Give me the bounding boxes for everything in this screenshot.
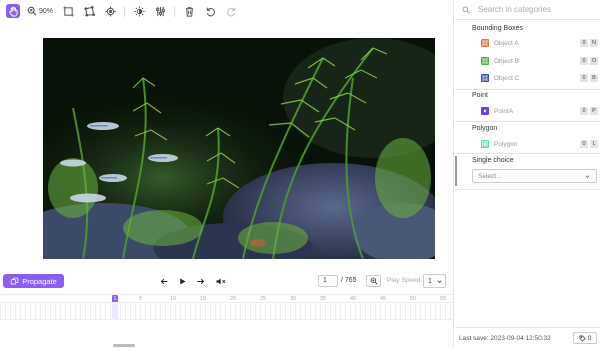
- timeline-tick: 10: [170, 296, 177, 302]
- category-hotkey: L: [590, 140, 598, 148]
- category-label: Object A: [494, 39, 519, 47]
- play-icon[interactable]: [177, 276, 187, 286]
- category-polygon[interactable]: Polygon 0 L: [481, 139, 598, 149]
- pan-icon[interactable]: [6, 4, 20, 18]
- category-hotkey: P: [590, 107, 598, 115]
- current-frame-highlight: [112, 304, 118, 320]
- group-title-polygon: Polygon: [472, 125, 498, 132]
- category-hotkey: O: [590, 57, 598, 65]
- category-label: Polygon: [494, 140, 518, 148]
- redo-icon[interactable]: [224, 4, 238, 18]
- play-speed-label: Play Speed: [387, 277, 421, 284]
- point-tool-icon[interactable]: [103, 4, 117, 18]
- zoom-in-icon: [370, 277, 378, 285]
- bbox-icon: [481, 39, 489, 47]
- category-count: 0: [580, 39, 588, 47]
- frame-total: / 765: [341, 277, 357, 284]
- timeline-tick: 5: [139, 296, 143, 302]
- category-point-a[interactable]: PointA 0 P: [481, 106, 598, 116]
- category-count: 0: [580, 140, 588, 148]
- annotation-workspace: 90% Propagate 1 / 765 Play Speed 1 5 10 …: [0, 0, 454, 348]
- timeline-tick: 30: [290, 296, 297, 302]
- propagate-label: Propagate: [22, 276, 57, 286]
- category-label: Object B: [494, 57, 519, 65]
- group-divider: [455, 189, 600, 190]
- group-title-single-choice: Single choice: [472, 157, 514, 164]
- timeline-tick: 20: [230, 296, 237, 302]
- tag-icon: [579, 335, 586, 342]
- timeline-tick: 45: [380, 296, 387, 302]
- timeline-tick: 15: [200, 296, 207, 302]
- chevron-down-icon: [437, 279, 442, 283]
- category-hotkey: B: [590, 74, 598, 82]
- category-object-a[interactable]: Object A 0 N: [481, 38, 598, 48]
- play-speed-value: 1: [428, 277, 432, 285]
- category-object-c[interactable]: Object C 0 B: [481, 73, 598, 83]
- brightness-icon[interactable]: [132, 4, 146, 18]
- crop-icon[interactable]: [61, 4, 75, 18]
- search-input[interactable]: [478, 5, 588, 14]
- category-label: PointA: [494, 107, 514, 115]
- category-search: [455, 0, 600, 20]
- bbox-icon: [481, 74, 489, 82]
- zoom-level: 90%: [39, 7, 54, 15]
- polygon-tool-icon[interactable]: [82, 4, 96, 18]
- toolbar: 90%: [0, 0, 454, 22]
- toolbar-divider: [124, 5, 126, 17]
- category-count: 0: [580, 57, 588, 65]
- last-save-status: Last save: 2023-09-04 12:50:32: [459, 335, 551, 342]
- zoom-icon: [27, 6, 37, 16]
- search-icon: [462, 6, 470, 14]
- zoom-control[interactable]: 90%: [27, 6, 53, 16]
- timeline-tick: 25: [260, 296, 267, 302]
- timeline-tick: 35: [320, 296, 327, 302]
- go-to-frame-button[interactable]: [366, 275, 381, 287]
- timeline-scrollbar[interactable]: [113, 344, 135, 347]
- trash-icon[interactable]: [182, 4, 196, 18]
- group-title-point: Point: [472, 92, 488, 99]
- group-title-bounding-boxes: Bounding Boxes: [472, 25, 523, 32]
- video-frame-canvas[interactable]: [43, 38, 435, 259]
- group-divider: [455, 121, 600, 122]
- chevron-down-icon: [585, 174, 590, 178]
- bbox-icon: [481, 57, 489, 65]
- playback-controls: Propagate 1 / 765 Play Speed 1: [0, 271, 454, 291]
- categories-panel: Bounding Boxes Object A 0 N Object B 0 O…: [455, 0, 600, 348]
- point-icon: [481, 107, 489, 115]
- toolbar-divider: [174, 5, 176, 17]
- propagate-button[interactable]: Propagate: [3, 274, 64, 288]
- tag-count: 0: [587, 334, 592, 342]
- timeline-tick: 40: [350, 296, 357, 302]
- frame-number-input[interactable]: 1: [318, 275, 338, 287]
- category-count: 0: [580, 107, 588, 115]
- select-placeholder: Select...: [478, 172, 502, 180]
- category-object-b[interactable]: Object B 0 O: [481, 56, 598, 66]
- timeline-tick: 50: [410, 296, 417, 302]
- sliders-icon[interactable]: [153, 4, 167, 18]
- timeline[interactable]: 5 10 15 20 25 30 35 40 45 50 55 1: [0, 294, 454, 320]
- copy-icon: [10, 277, 19, 285]
- category-hotkey: N: [590, 39, 598, 47]
- single-choice-select[interactable]: Select...: [472, 169, 597, 183]
- previous-frame-icon[interactable]: [159, 276, 169, 286]
- active-group-indicator: [455, 156, 457, 186]
- group-divider: [455, 89, 600, 90]
- mute-icon[interactable]: [214, 276, 228, 286]
- category-count: 0: [580, 74, 588, 82]
- timeline-ruler: 5 10 15 20 25 30 35 40 45 50 55: [0, 294, 454, 303]
- category-label: Object C: [494, 74, 520, 82]
- panel-footer: Last save: 2023-09-04 12:50:32 0: [455, 327, 600, 348]
- polygon-icon: [481, 140, 489, 148]
- tags-button[interactable]: 0: [573, 332, 597, 344]
- aquarium-frame-image: [43, 38, 435, 259]
- undo-icon[interactable]: [203, 4, 217, 18]
- timeline-track[interactable]: [0, 304, 454, 320]
- next-frame-icon[interactable]: [195, 276, 205, 286]
- timeline-tick: 55: [440, 296, 447, 302]
- current-frame-marker[interactable]: 1: [112, 295, 118, 302]
- play-speed-select[interactable]: 1: [423, 274, 446, 288]
- group-divider: [455, 153, 600, 154]
